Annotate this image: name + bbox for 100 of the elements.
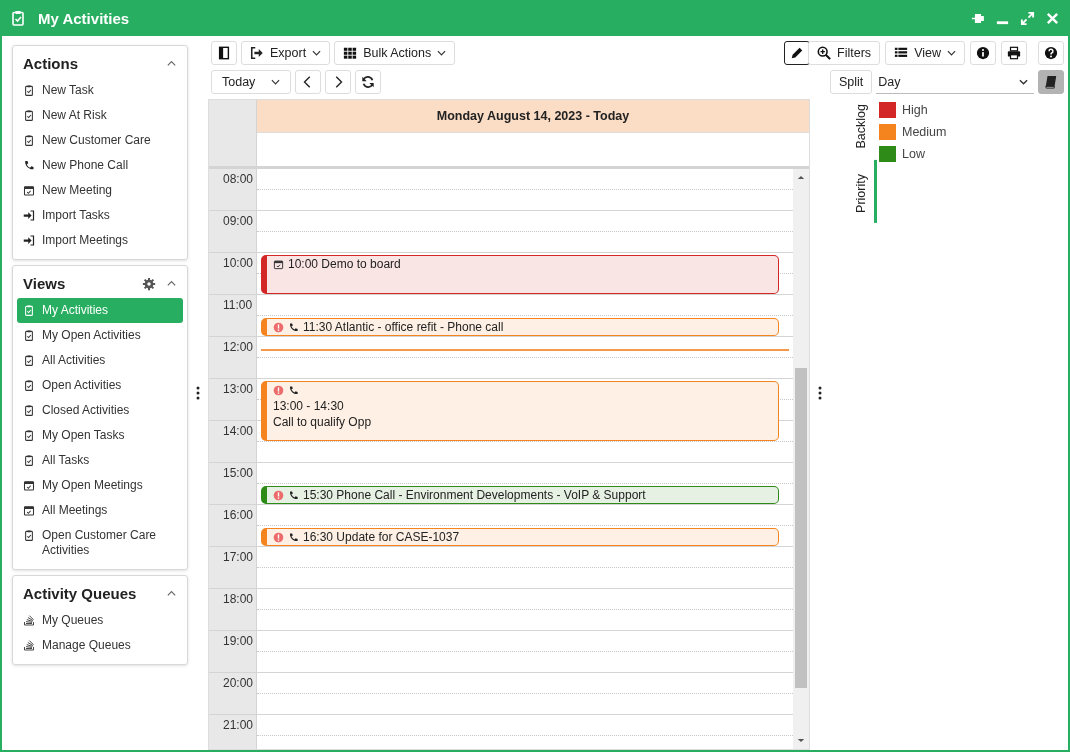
next-button[interactable] <box>325 70 351 94</box>
event-title: Call to qualify Opp <box>273 414 373 430</box>
info-button[interactable] <box>970 41 996 65</box>
hour-label: 12:00 <box>209 337 257 379</box>
maximize-icon[interactable] <box>1020 10 1035 26</box>
calendar-icon <box>23 479 35 492</box>
sidebar-item[interactable]: New At Risk <box>17 103 183 128</box>
sidebar-item[interactable]: All Tasks <box>17 448 183 473</box>
calendar-icon <box>273 259 284 270</box>
drag-handle-icon[interactable] <box>818 386 822 400</box>
sidebar-item[interactable]: New Task <box>17 78 183 103</box>
caret-icon <box>271 79 280 85</box>
view-mode-dropdown[interactable]: Day <box>876 70 1034 94</box>
phone-icon <box>23 159 35 172</box>
scrollbar-thumb[interactable] <box>795 368 807 688</box>
calendar-event[interactable]: 16:30 Update for CASE-1037 <box>261 528 779 546</box>
stack-icon <box>23 639 35 652</box>
alert-icon <box>273 490 284 501</box>
settings-icon[interactable] <box>142 276 156 291</box>
help-icon <box>1044 46 1058 60</box>
view-button[interactable]: View <box>885 41 965 65</box>
event-title: 11:30 Atlantic - office refit - Phone call <box>303 320 504 335</box>
hour-label: 09:00 <box>209 211 257 253</box>
panel-toggle-button[interactable] <box>211 41 237 65</box>
sidebar-item[interactable]: Open Customer Care Activities <box>17 523 183 563</box>
range-dropdown[interactable]: Today <box>211 70 291 94</box>
sidebar-item[interactable]: Open Activities <box>17 373 183 398</box>
event-title: 16:30 Update for CASE-1037 <box>303 530 460 545</box>
clipboard-icon <box>23 329 35 342</box>
hour-label: 15:00 <box>209 463 257 505</box>
side-tab[interactable]: Priority <box>848 160 877 224</box>
calendar-event[interactable]: 13:00 - 14:30 Call to qualify Opp <box>261 381 779 441</box>
hour-label: 14:00 <box>209 421 257 463</box>
book-button[interactable] <box>1038 70 1064 94</box>
clipboard-icon <box>23 404 35 417</box>
help-button[interactable] <box>1038 41 1064 65</box>
event-title: 10:00 Demo to board <box>288 257 401 272</box>
sidebar-item[interactable]: Closed Activities <box>17 398 183 423</box>
edit-button[interactable] <box>784 41 810 65</box>
panel-title: Views <box>23 275 66 292</box>
sidebar-item[interactable]: Import Meetings <box>17 228 183 253</box>
split-button[interactable]: Split <box>830 70 873 94</box>
date-header: Monday August 14, 2023 - Today <box>257 100 809 133</box>
list-icon <box>894 46 909 60</box>
hour-label: 08:00 <box>209 169 257 211</box>
sign-in-icon <box>23 234 35 247</box>
alert-icon <box>273 322 284 333</box>
clipboard-icon <box>23 109 35 122</box>
scrollbar[interactable] <box>793 169 809 749</box>
side-tab[interactable]: Backlog <box>848 100 877 153</box>
sidebar-item[interactable]: New Meeting <box>17 178 183 203</box>
priority-label: Low <box>902 147 925 161</box>
scroll-up-icon[interactable] <box>797 175 805 180</box>
sidebar-item[interactable]: All Meetings <box>17 498 183 523</box>
hour-label: 20:00 <box>209 673 257 715</box>
sidebar-item[interactable]: My Queues <box>17 608 183 633</box>
hour-label: 21:00 <box>209 715 257 749</box>
caret-icon <box>947 50 956 56</box>
export-button[interactable]: Export <box>241 41 331 65</box>
window-title: My Activities <box>38 9 130 27</box>
sidebar-item[interactable]: My Open Meetings <box>17 473 183 498</box>
scroll-down-icon[interactable] <box>797 738 805 743</box>
clipboard-icon <box>23 84 35 97</box>
phone-icon <box>288 385 299 396</box>
print-icon <box>1007 46 1021 60</box>
refresh-button[interactable] <box>355 70 381 94</box>
clipboard-icon <box>23 134 35 147</box>
zoom-in-icon <box>817 46 832 60</box>
hour-label: 11:00 <box>209 295 257 337</box>
calendar-icon <box>23 184 35 197</box>
clipboard-icon <box>23 454 35 467</box>
drag-handle-icon[interactable] <box>196 386 200 400</box>
print-button[interactable] <box>1001 41 1027 65</box>
sidebar-item[interactable]: Manage Queues <box>17 633 183 658</box>
close-icon[interactable] <box>1045 10 1060 26</box>
sidebar-item[interactable]: New Phone Call <box>17 153 183 178</box>
info-icon <box>976 46 990 60</box>
sidebar-toggle-icon <box>217 46 231 60</box>
sidebar-item[interactable]: All Activities <box>17 348 183 373</box>
calendar-event[interactable]: 15:30 Phone Call - Environment Developments - VoIP & Support <box>261 486 779 504</box>
calendar-event[interactable]: 10:00 Demo to board <box>261 255 779 294</box>
sidebar-item[interactable]: My Open Tasks <box>17 423 183 448</box>
sidebar-item[interactable]: New Customer Care <box>17 128 183 153</box>
priority-label: High <box>902 103 928 117</box>
hour-label: 18:00 <box>209 589 257 631</box>
sidebar-item[interactable]: My Open Activities <box>17 323 183 348</box>
collapse-icon[interactable] <box>166 278 177 289</box>
book-icon <box>1044 75 1058 89</box>
filters-button[interactable]: Filters <box>808 41 881 65</box>
collapse-icon[interactable] <box>166 58 177 69</box>
sign-out-icon <box>250 46 264 60</box>
sidebar-item[interactable]: Import Tasks <box>17 203 183 228</box>
calendar-event[interactable]: 11:30 Atlantic - office refit - Phone call <box>261 318 779 336</box>
caret-icon <box>1019 78 1028 85</box>
collapse-icon[interactable] <box>166 588 177 599</box>
previous-button[interactable] <box>295 70 321 94</box>
phone-icon <box>288 532 299 543</box>
bulk-actions-button[interactable]: Bulk Actions <box>334 41 456 65</box>
event-title: 15:30 Phone Call - Environment Developments - VoIP & Support <box>303 488 646 503</box>
stack-icon <box>23 614 35 627</box>
